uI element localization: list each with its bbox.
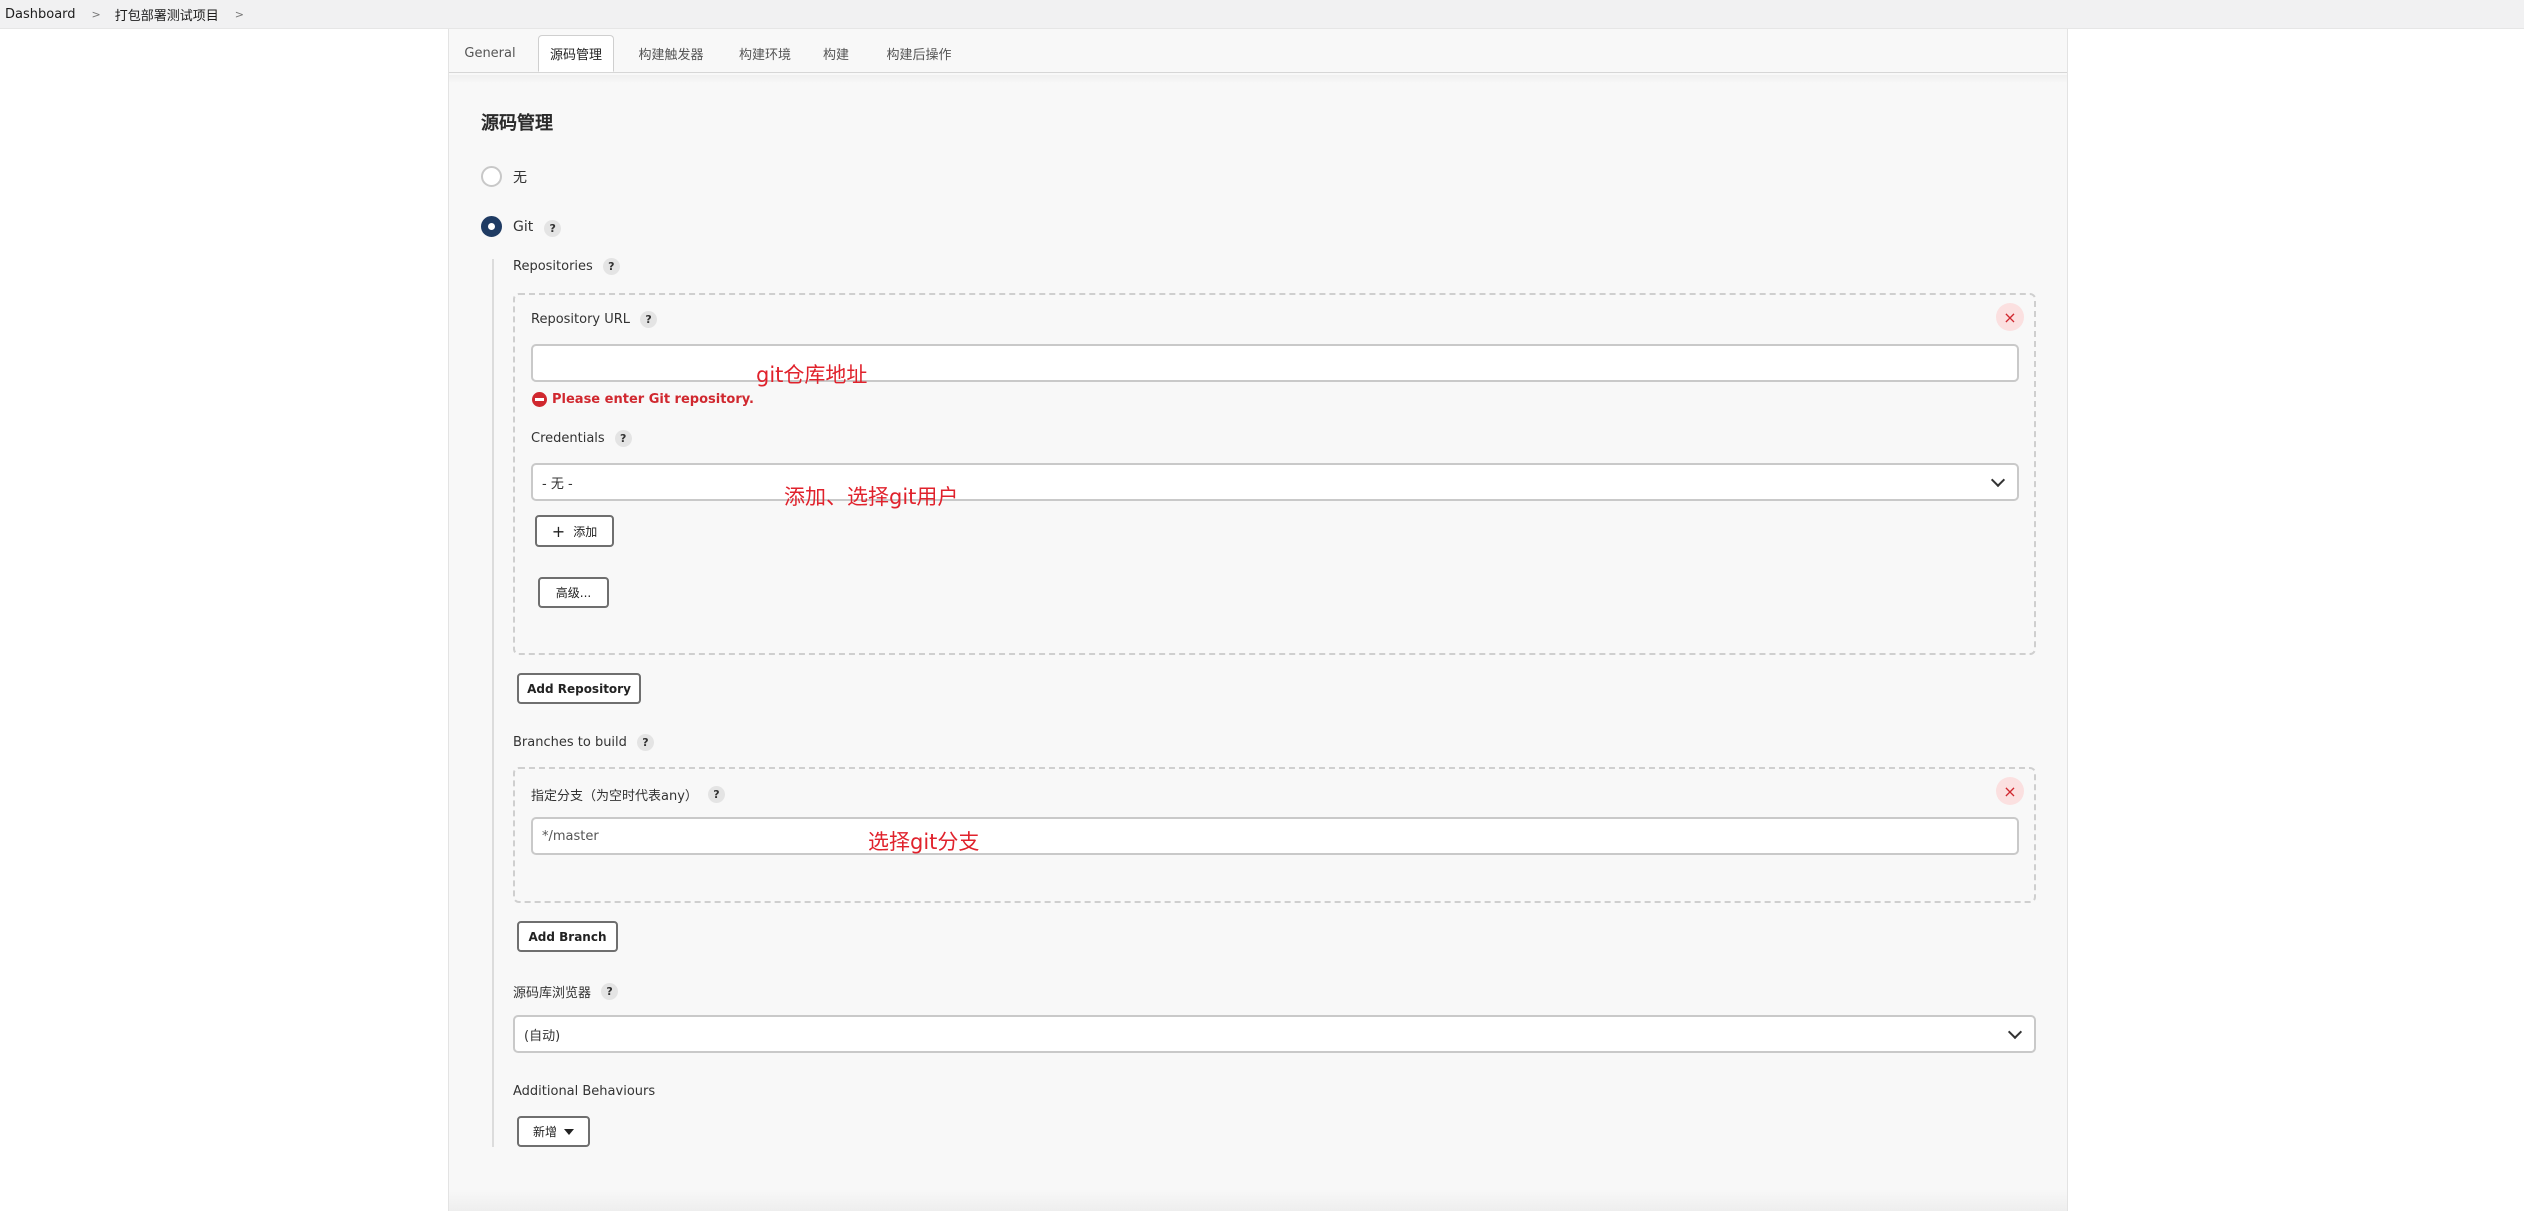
repo-url-label: Repository URL: [531, 312, 631, 327]
breadcrumb-project[interactable]: 打包部署测试项目: [115, 5, 219, 24]
repository-box: × Repository URL ? Please enter Git repo…: [513, 293, 2036, 655]
tab-build-triggers[interactable]: 构建触发器: [633, 35, 709, 72]
scm-git-label: Git: [513, 218, 534, 235]
add-credentials-label: 添加: [573, 524, 598, 539]
additional-behaviours-label: Additional Behaviours: [513, 1084, 656, 1099]
repo-browser-select[interactable]: (自动): [513, 1015, 2036, 1053]
repo-browser-value: (自动): [524, 1028, 561, 1044]
annotation-branch: 选择git分支: [868, 830, 980, 854]
credentials-select[interactable]: - 无 -: [531, 463, 2019, 501]
git-nested-section-line: [492, 259, 494, 1147]
repo-url-input[interactable]: [531, 344, 2019, 382]
branch-specifier-label: 指定分支（为空时代表any）: [531, 789, 698, 804]
scm-git-radio[interactable]: [481, 216, 502, 237]
help-icon[interactable]: ?: [636, 734, 654, 751]
add-behaviour-button[interactable]: 新增: [517, 1116, 590, 1147]
tab-general[interactable]: General: [463, 35, 517, 72]
help-icon[interactable]: ?: [614, 430, 632, 447]
repositories-label-row: Repositories ?: [513, 258, 620, 275]
advanced-button[interactable]: 高级...: [538, 577, 609, 608]
scm-git-option[interactable]: Git ?: [481, 216, 562, 237]
help-icon[interactable]: ?: [707, 786, 725, 803]
repositories-label: Repositories: [513, 259, 593, 274]
section-title: 源码管理: [481, 113, 553, 134]
branches-label: Branches to build: [513, 735, 627, 750]
chevron-right-icon[interactable]: >: [235, 8, 244, 21]
add-behaviour-label: 新增: [532, 1125, 557, 1139]
tab-build-environment[interactable]: 构建环境: [735, 35, 795, 72]
config-tabs: General 源码管理 构建触发器 构建环境 构建 构建后操作: [449, 29, 2067, 73]
add-repository-button[interactable]: Add Repository: [517, 673, 641, 704]
help-icon[interactable]: ?: [544, 220, 562, 237]
footer-shadow: [449, 1189, 2067, 1211]
add-credentials-button[interactable]: + 添加: [535, 515, 614, 547]
chevron-down-icon: [2007, 1024, 2023, 1040]
scm-none-label: 无: [513, 169, 527, 186]
credentials-label: Credentials: [531, 431, 605, 446]
error-icon: [532, 392, 547, 407]
repo-url-error: Please enter Git repository.: [532, 392, 754, 407]
repo-url-label-row: Repository URL ?: [531, 311, 658, 328]
chevron-down-icon: [1990, 472, 2006, 488]
caret-down-icon: [564, 1128, 574, 1135]
tabs-shadow: [449, 75, 2067, 83]
breadcrumb-dashboard[interactable]: Dashboard: [5, 7, 76, 22]
branch-specifier-input[interactable]: */master: [531, 817, 2019, 855]
repo-url-error-text: Please enter Git repository.: [552, 392, 754, 407]
add-branch-button[interactable]: Add Branch: [517, 921, 618, 952]
branches-label-row: Branches to build ?: [513, 734, 654, 751]
help-icon[interactable]: ?: [602, 258, 620, 275]
chevron-right-icon: >: [91, 7, 101, 21]
repo-browser-label: 源码库浏览器: [513, 986, 592, 1001]
branch-specifier-label-row: 指定分支（为空时代表any） ?: [531, 785, 725, 804]
close-icon[interactable]: ×: [1996, 303, 2024, 331]
breadcrumb: Dashboard > 打包部署测试项目 >: [0, 0, 2524, 29]
scm-none-radio[interactable]: [481, 166, 502, 187]
annotation-credentials: 添加、选择git用户: [784, 485, 959, 509]
close-icon[interactable]: ×: [1996, 777, 2024, 805]
credentials-label-row: Credentials ?: [531, 430, 632, 447]
tab-post-build-actions[interactable]: 构建后操作: [881, 35, 957, 72]
annotation-repo-url: git仓库地址: [756, 363, 868, 387]
scm-none-option[interactable]: 无: [481, 166, 527, 187]
repo-browser-label-row: 源码库浏览器 ?: [513, 982, 619, 1001]
tab-build[interactable]: 构建: [821, 35, 851, 72]
help-icon[interactable]: ?: [601, 983, 619, 1000]
config-panel: General 源码管理 构建触发器 构建环境 构建 构建后操作 源码管理 无 …: [448, 29, 2068, 1211]
branch-box: × 指定分支（为空时代表any） ? */master: [513, 767, 2036, 903]
plus-icon: +: [551, 521, 566, 541]
help-icon[interactable]: ?: [640, 311, 658, 328]
tab-source-code-management[interactable]: 源码管理: [538, 35, 614, 72]
credentials-value: - 无 -: [542, 476, 573, 492]
additional-behaviours-label-row: Additional Behaviours: [513, 1084, 655, 1099]
